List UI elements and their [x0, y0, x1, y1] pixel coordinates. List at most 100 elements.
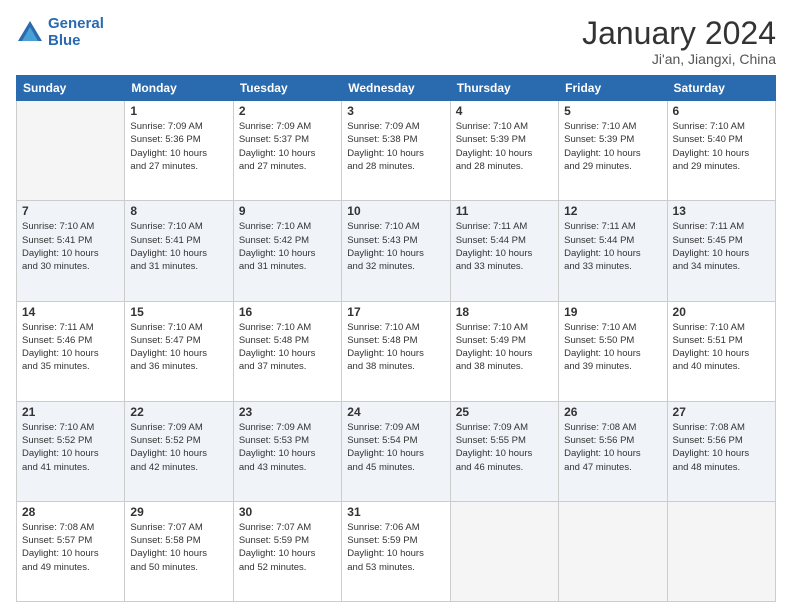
day-info: Sunrise: 7:10 AM Sunset: 5:41 PM Dayligh… — [130, 220, 227, 273]
calendar-day-cell: 24 Sunrise: 7:09 AM Sunset: 5:54 PM Dayli… — [342, 401, 450, 501]
day-info: Sunrise: 7:08 AM Sunset: 5:56 PM Dayligh… — [673, 421, 770, 474]
day-info: Sunrise: 7:07 AM Sunset: 5:59 PM Dayligh… — [239, 521, 336, 574]
day-info: Sunrise: 7:10 AM Sunset: 5:52 PM Dayligh… — [22, 421, 119, 474]
day-number: 9 — [239, 204, 336, 218]
day-info: Sunrise: 7:10 AM Sunset: 5:48 PM Dayligh… — [239, 321, 336, 374]
day-info: Sunrise: 7:10 AM Sunset: 5:48 PM Dayligh… — [347, 321, 444, 374]
day-info: Sunrise: 7:09 AM Sunset: 5:54 PM Dayligh… — [347, 421, 444, 474]
calendar-day-cell: 20 Sunrise: 7:10 AM Sunset: 5:51 PM Dayli… — [667, 301, 775, 401]
day-number: 3 — [347, 104, 444, 118]
calendar-day-cell: 27 Sunrise: 7:08 AM Sunset: 5:56 PM Dayli… — [667, 401, 775, 501]
day-number: 6 — [673, 104, 770, 118]
day-number: 18 — [456, 305, 553, 319]
day-number: 31 — [347, 505, 444, 519]
calendar-day-cell: 30Sunrise: 7:07 AM Sunset: 5:59 PM Dayli… — [233, 501, 341, 601]
day-number: 10 — [347, 204, 444, 218]
calendar-day-cell: 8 Sunrise: 7:10 AM Sunset: 5:41 PM Daylig… — [125, 201, 233, 301]
day-number: 14 — [22, 305, 119, 319]
calendar-day-cell: 2 Sunrise: 7:09 AM Sunset: 5:37 PM Daylig… — [233, 101, 341, 201]
day-number: 28 — [22, 505, 119, 519]
calendar-day-cell: 18Sunrise: 7:10 AM Sunset: 5:49 PM Dayli… — [450, 301, 558, 401]
day-number: 7 — [22, 204, 119, 218]
day-number: 13 — [673, 204, 770, 218]
calendar-day-cell: 17 Sunrise: 7:10 AM Sunset: 5:48 PM Dayli… — [342, 301, 450, 401]
calendar-day-cell: 12Sunrise: 7:11 AM Sunset: 5:44 PM Dayli… — [559, 201, 667, 301]
day-number: 16 — [239, 305, 336, 319]
day-number: 23 — [239, 405, 336, 419]
header: General Blue January 2024 Ji'an, Jiangxi… — [16, 16, 776, 67]
calendar-day-cell: 22Sunrise: 7:09 AM Sunset: 5:52 PM Dayli… — [125, 401, 233, 501]
calendar-week-row: 21Sunrise: 7:10 AM Sunset: 5:52 PM Dayli… — [17, 401, 776, 501]
header-row: SundayMondayTuesdayWednesdayThursdayFrid… — [17, 76, 776, 101]
day-number: 19 — [564, 305, 661, 319]
calendar-day-cell: 31 Sunrise: 7:06 AM Sunset: 5:59 PM Dayli… — [342, 501, 450, 601]
logo: General Blue — [16, 16, 104, 49]
header-cell: Friday — [559, 76, 667, 101]
calendar-day-cell: 25Sunrise: 7:09 AM Sunset: 5:55 PM Dayli… — [450, 401, 558, 501]
day-info: Sunrise: 7:10 AM Sunset: 5:47 PM Dayligh… — [130, 321, 227, 374]
calendar-day-cell: 29 Sunrise: 7:07 AM Sunset: 5:58 PM Dayli… — [125, 501, 233, 601]
day-info: Sunrise: 7:07 AM Sunset: 5:58 PM Dayligh… — [130, 521, 227, 574]
calendar-day-cell: 26Sunrise: 7:08 AM Sunset: 5:56 PM Dayli… — [559, 401, 667, 501]
day-number: 25 — [456, 405, 553, 419]
title-block: January 2024 Ji'an, Jiangxi, China — [582, 16, 776, 67]
logo-text: General Blue — [48, 16, 104, 49]
calendar-day-cell: 7 Sunrise: 7:10 AM Sunset: 5:41 PM Daylig… — [17, 201, 125, 301]
calendar-day-cell: 1 Sunrise: 7:09 AM Sunset: 5:36 PM Daylig… — [125, 101, 233, 201]
day-info: Sunrise: 7:09 AM Sunset: 5:36 PM Dayligh… — [130, 120, 227, 173]
day-info: Sunrise: 7:11 AM Sunset: 5:44 PM Dayligh… — [456, 220, 553, 273]
location-subtitle: Ji'an, Jiangxi, China — [582, 51, 776, 67]
calendar-body: 1 Sunrise: 7:09 AM Sunset: 5:36 PM Daylig… — [17, 101, 776, 602]
calendar-week-row: 7 Sunrise: 7:10 AM Sunset: 5:41 PM Daylig… — [17, 201, 776, 301]
header-cell: Tuesday — [233, 76, 341, 101]
day-number: 20 — [673, 305, 770, 319]
day-info: Sunrise: 7:10 AM Sunset: 5:43 PM Dayligh… — [347, 220, 444, 273]
calendar-day-cell — [559, 501, 667, 601]
day-number: 17 — [347, 305, 444, 319]
calendar-week-row: 1 Sunrise: 7:09 AM Sunset: 5:36 PM Daylig… — [17, 101, 776, 201]
calendar-day-cell: 15 Sunrise: 7:10 AM Sunset: 5:47 PM Dayli… — [125, 301, 233, 401]
calendar-day-cell: 4 Sunrise: 7:10 AM Sunset: 5:39 PM Daylig… — [450, 101, 558, 201]
day-number: 24 — [347, 405, 444, 419]
day-info: Sunrise: 7:10 AM Sunset: 5:51 PM Dayligh… — [673, 321, 770, 374]
calendar-day-cell — [450, 501, 558, 601]
logo-line2: Blue — [48, 33, 104, 50]
header-cell: Sunday — [17, 76, 125, 101]
calendar-day-cell — [667, 501, 775, 601]
day-info: Sunrise: 7:10 AM Sunset: 5:50 PM Dayligh… — [564, 321, 661, 374]
calendar-table: SundayMondayTuesdayWednesdayThursdayFrid… — [16, 75, 776, 602]
day-number: 29 — [130, 505, 227, 519]
day-info: Sunrise: 7:10 AM Sunset: 5:39 PM Dayligh… — [564, 120, 661, 173]
header-cell: Thursday — [450, 76, 558, 101]
calendar-day-cell — [17, 101, 125, 201]
day-info: Sunrise: 7:08 AM Sunset: 5:57 PM Dayligh… — [22, 521, 119, 574]
day-number: 11 — [456, 204, 553, 218]
day-info: Sunrise: 7:10 AM Sunset: 5:40 PM Dayligh… — [673, 120, 770, 173]
calendar-week-row: 28 Sunrise: 7:08 AM Sunset: 5:57 PM Dayli… — [17, 501, 776, 601]
day-number: 27 — [673, 405, 770, 419]
day-info: Sunrise: 7:09 AM Sunset: 5:38 PM Dayligh… — [347, 120, 444, 173]
header-cell: Monday — [125, 76, 233, 101]
calendar-day-cell: 10 Sunrise: 7:10 AM Sunset: 5:43 PM Dayli… — [342, 201, 450, 301]
day-number: 1 — [130, 104, 227, 118]
day-number: 15 — [130, 305, 227, 319]
day-info: Sunrise: 7:11 AM Sunset: 5:46 PM Dayligh… — [22, 321, 119, 374]
day-number: 12 — [564, 204, 661, 218]
calendar-day-cell: 3 Sunrise: 7:09 AM Sunset: 5:38 PM Daylig… — [342, 101, 450, 201]
day-info: Sunrise: 7:09 AM Sunset: 5:37 PM Dayligh… — [239, 120, 336, 173]
day-info: Sunrise: 7:09 AM Sunset: 5:53 PM Dayligh… — [239, 421, 336, 474]
calendar-day-cell: 9 Sunrise: 7:10 AM Sunset: 5:42 PM Daylig… — [233, 201, 341, 301]
day-number: 2 — [239, 104, 336, 118]
day-info: Sunrise: 7:10 AM Sunset: 5:42 PM Dayligh… — [239, 220, 336, 273]
calendar-header: SundayMondayTuesdayWednesdayThursdayFrid… — [17, 76, 776, 101]
calendar-day-cell: 28 Sunrise: 7:08 AM Sunset: 5:57 PM Dayli… — [17, 501, 125, 601]
day-number: 4 — [456, 104, 553, 118]
day-info: Sunrise: 7:10 AM Sunset: 5:41 PM Dayligh… — [22, 220, 119, 273]
logo-icon — [16, 19, 44, 47]
page: General Blue January 2024 Ji'an, Jiangxi… — [0, 0, 792, 612]
day-number: 8 — [130, 204, 227, 218]
day-info: Sunrise: 7:06 AM Sunset: 5:59 PM Dayligh… — [347, 521, 444, 574]
calendar-day-cell: 14 Sunrise: 7:11 AM Sunset: 5:46 PM Dayli… — [17, 301, 125, 401]
month-title: January 2024 — [582, 16, 776, 51]
day-info: Sunrise: 7:10 AM Sunset: 5:39 PM Dayligh… — [456, 120, 553, 173]
